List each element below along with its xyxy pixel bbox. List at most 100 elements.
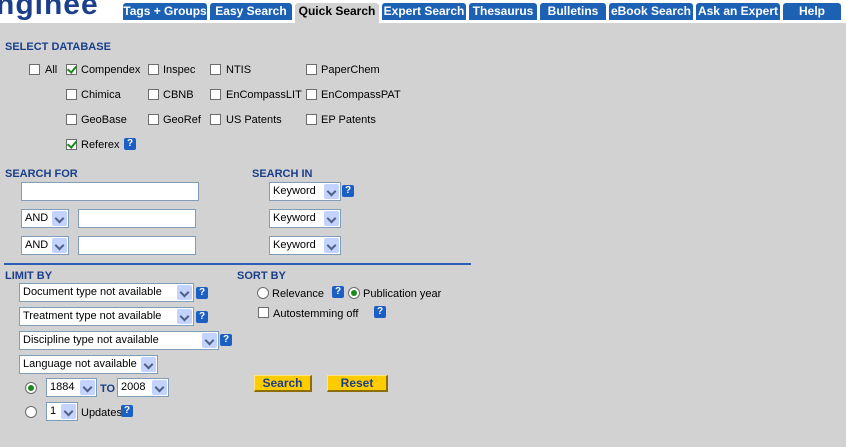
label-all: All [45, 64, 58, 76]
label-chimica: Chimica [81, 89, 121, 101]
label-paperchem: PaperChem [321, 64, 380, 76]
document-type-select[interactable]: Document type not available [19, 283, 194, 302]
chevron-down-icon [177, 285, 192, 300]
help-icon[interactable]: ? [220, 334, 232, 346]
checkbox-ep-patents[interactable] [306, 114, 317, 125]
search-in-3-value: Keyword [273, 239, 316, 251]
search-button[interactable]: Search [254, 375, 312, 392]
label-compendex: Compendex [81, 64, 141, 76]
reset-button[interactable]: Reset [327, 375, 388, 392]
label-ep-patents: EP Patents [321, 114, 376, 126]
from-year-value: 1884 [50, 381, 75, 393]
chevron-down-icon [61, 404, 76, 419]
chevron-down-icon [177, 309, 192, 324]
tab-quick-search[interactable]: Quick Search [295, 3, 379, 23]
tab-bulletins[interactable]: Bulletins [540, 3, 606, 20]
tab-expert-search[interactable]: Expert Search [382, 3, 466, 20]
search-in-header: SEARCH IN [252, 168, 313, 180]
label-cbnb: CBNB [163, 89, 194, 101]
search-in-3-select[interactable]: Keyword [269, 236, 341, 255]
search-in-1-value: Keyword [273, 185, 316, 197]
checkbox-encompasslit[interactable] [210, 89, 221, 100]
checkbox-chimica[interactable] [66, 89, 77, 100]
publication-year-label: Publication year [363, 288, 442, 300]
year-range-radio[interactable] [25, 382, 37, 394]
language-value: Language not available [23, 358, 137, 370]
relevance-radio[interactable] [257, 287, 269, 299]
help-icon[interactable]: ? [196, 311, 208, 323]
section-divider [4, 263, 471, 265]
chevron-down-icon [324, 238, 339, 253]
checkbox-georef[interactable] [148, 114, 159, 125]
tab-ask-an-expert[interactable]: Ask an Expert [696, 3, 780, 20]
chevron-down-icon [324, 184, 339, 199]
connector-2-select[interactable]: AND [21, 209, 69, 228]
to-year-value: 2008 [121, 381, 146, 393]
from-year-select[interactable]: 1884 [46, 378, 97, 397]
to-label: TO [100, 383, 116, 395]
connector-3-select[interactable]: AND [21, 236, 69, 255]
help-icon[interactable]: ? [332, 286, 344, 298]
checkbox-referex[interactable] [66, 139, 77, 150]
tab-ebook-search[interactable]: eBook Search [609, 3, 693, 20]
updates-radio[interactable] [25, 406, 37, 418]
document-type-value: Document type not available [23, 286, 162, 298]
updates-count-value: 1 [50, 405, 57, 417]
autostemming-label: Autostemming off [273, 308, 359, 320]
tab-help[interactable]: Help [783, 3, 841, 20]
label-geobase: GeoBase [81, 114, 127, 126]
connector-3-value: AND [25, 239, 49, 251]
search-in-2-select[interactable]: Keyword [269, 209, 341, 228]
help-icon[interactable]: ? [121, 405, 133, 417]
search-term-2-input[interactable] [78, 209, 196, 228]
label-encompasspat: EnCompassPAT [321, 89, 401, 101]
label-us-patents: US Patents [226, 114, 282, 126]
logo: nginee [0, 0, 99, 21]
checkbox-paperchem[interactable] [306, 64, 317, 75]
updates-label: Updates [81, 407, 122, 419]
help-icon[interactable]: ? [196, 287, 208, 299]
checkbox-ntis[interactable] [210, 64, 221, 75]
label-encompasslit: EnCompassLIT [226, 89, 302, 101]
chevron-down-icon [202, 333, 217, 348]
relevance-label: Relevance [272, 288, 324, 300]
chevron-down-icon [141, 357, 156, 372]
checkbox-us-patents[interactable] [210, 114, 221, 125]
discipline-type-select[interactable]: Discipline type not available [19, 331, 219, 350]
sort-by-header: SORT BY [237, 270, 286, 282]
treatment-type-select[interactable]: Treatment type not available [19, 307, 194, 326]
limit-by-header: LIMIT BY [5, 270, 53, 282]
search-term-1-input[interactable] [21, 182, 199, 201]
checkbox-encompasspat[interactable] [306, 89, 317, 100]
language-select[interactable]: Language not available [19, 355, 158, 374]
help-icon[interactable]: ? [342, 185, 354, 197]
chevron-down-icon [80, 380, 95, 395]
tab-thesaurus[interactable]: Thesaurus [469, 3, 537, 20]
treatment-type-value: Treatment type not available [23, 310, 162, 322]
checkbox-geobase[interactable] [66, 114, 77, 125]
publication-year-radio[interactable] [348, 287, 360, 299]
updates-count-select[interactable]: 1 [46, 402, 78, 421]
search-for-header: SEARCH FOR [5, 168, 78, 180]
chevron-down-icon [52, 238, 67, 253]
checkbox-all[interactable] [29, 64, 40, 75]
label-referex: Referex [81, 139, 120, 151]
to-year-select[interactable]: 2008 [117, 378, 169, 397]
discipline-type-value: Discipline type not available [23, 334, 159, 346]
select-database-header: SELECT DATABASE [5, 41, 111, 53]
tab-tags-groups[interactable]: Tags + Groups [123, 3, 207, 20]
help-icon[interactable]: ? [374, 306, 386, 318]
chevron-down-icon [52, 211, 67, 226]
label-ntis: NTIS [226, 64, 252, 76]
connector-2-value: AND [25, 212, 49, 224]
search-in-1-select[interactable]: Keyword [269, 182, 341, 201]
checkbox-cbnb[interactable] [148, 89, 159, 100]
chevron-down-icon [152, 380, 167, 395]
tab-easy-search[interactable]: Easy Search [210, 3, 292, 20]
autostemming-checkbox[interactable] [258, 307, 269, 318]
label-georef: GeoRef [163, 114, 201, 126]
checkbox-inspec[interactable] [148, 64, 159, 75]
search-term-3-input[interactable] [78, 236, 196, 255]
help-icon[interactable]: ? [124, 138, 136, 150]
checkbox-compendex[interactable] [66, 64, 77, 75]
